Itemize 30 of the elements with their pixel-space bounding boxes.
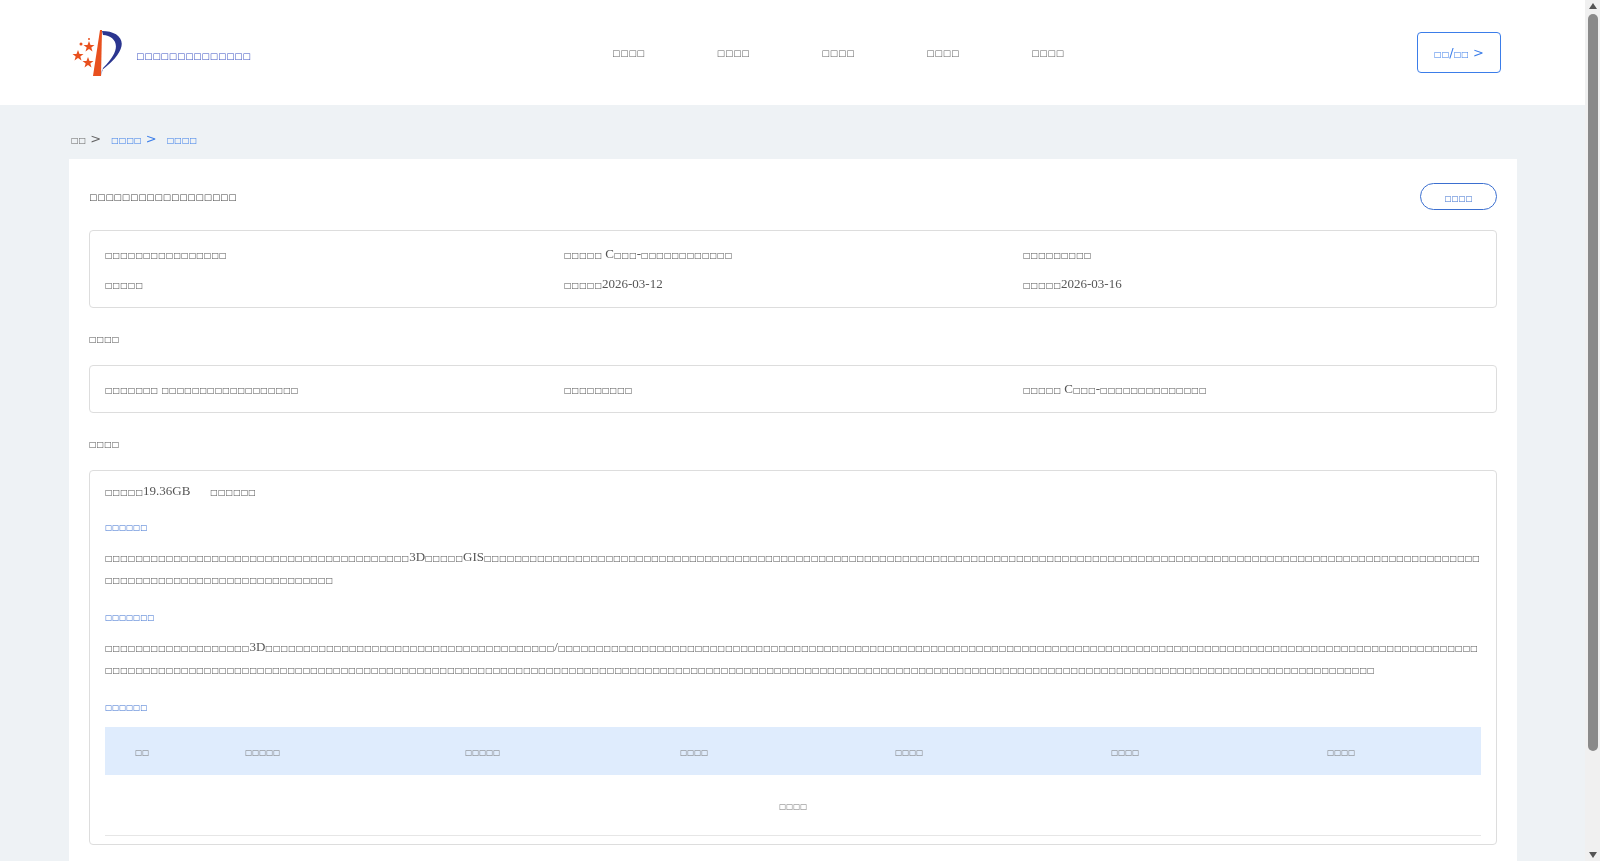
scrollbar[interactable] [1585,0,1600,861]
info-text: □□□□□ C□□□-□□□□□□□□□□□□ [564,246,734,262]
info-text: □□□□□□□□□ [564,385,634,397]
info-text: □□□□□ [105,280,144,292]
info-text: □□□□□□□□□ [1023,250,1093,262]
nav-link[interactable]: □□□□ [716,42,750,59]
login-button[interactable]: □□/□□ > [1417,32,1501,73]
breadcrumb-link[interactable]: □□□□ > [111,131,157,146]
section-heading: □□□□ [89,439,121,451]
scroll-up-icon[interactable] [1587,2,1598,10]
size-note: □□□□□□ [210,487,256,499]
info-text: □□□□□□□ □□□□□□□□□□□□□□□□□□ [105,385,300,397]
section-heading: □□□□ [89,334,121,346]
dataset-title: □□□□□□□□□□□□□□□□□□ [89,190,237,203]
description-text: □□□□□□□□□□□□□□□□□□□□□□□□□□□□□□□□□□□□□□□□3D□□□□□GIS□□□□□□□□□□□□□□□□□□□□□□□□□□□□□□□□□□□□□□□□□□□□□□□□□□□□□□□□□□□□□□□□□□□□□□□□□□□□□□□□□□□□□□□□□□□□□□□□□□□□□□□□□□□□□□□□□□□□□□□□□□□□□□□□□□□□□□□□□□□□□□□□□□□□□□□□□□□□□□□□□ [105,548,1481,587]
info-text: □□□□□2026-03-12 [564,276,664,292]
description-text: □□□□□□□□□□□□□□□□□□□3D□□□□□□□□□□□□□□□□□□□□□□□□□□□□□□□□□□□□□□/□□□□□□□□□□□□□□□□□□□□□□□□□□□□□□□□□□□□□□□□□□□□□□□□□□□□□□□□□□□□□□□□□□□□□□□□□□□□□□□□□□□□□□□□□□□□□□□□□□□□□□□□□□□□□□□□□□□□□□□□□□□□□□□□□□□□□□□□□□□□□□□□□□□□□□□□□□□□□□□□□□□□□□□□□□□□□□□□□□□□□□□□□□□□□□□□□□□□□□□□□□□□□□□□□□□□□□□□□□□□□□□□□□□□□□□□□□□□□□□□□□□□□□□□□□□□□□□□□□□□□□□□□□□□□□□□□□□□□□□□□□□□□□□□ [105,638,1479,677]
file-size: □□□□□19.36GB [105,483,191,499]
nav-link[interactable]: □□□□ [612,42,645,59]
nav-link[interactable]: □□□□ [926,42,960,59]
info-text: □□□□□2026-03-16 [1023,276,1123,292]
nav-link[interactable]: □□□□ [1031,42,1064,59]
nav-link[interactable]: □□□□ [821,42,855,59]
site-title[interactable]: □□□□□□□□□□□□□□ [136,45,251,62]
breadcrumb-item: □□ > [71,131,102,146]
scroll-thumb[interactable] [1587,14,1598,751]
breadcrumb-link[interactable]: □□□□ [166,131,198,146]
info-text: □□□□□□□□□□□□□□□□ [105,250,228,262]
scroll-down-icon[interactable] [1587,851,1598,859]
info-text: □□□□□ C□□□-□□□□□□□□□□□□□□ [1023,381,1208,397]
